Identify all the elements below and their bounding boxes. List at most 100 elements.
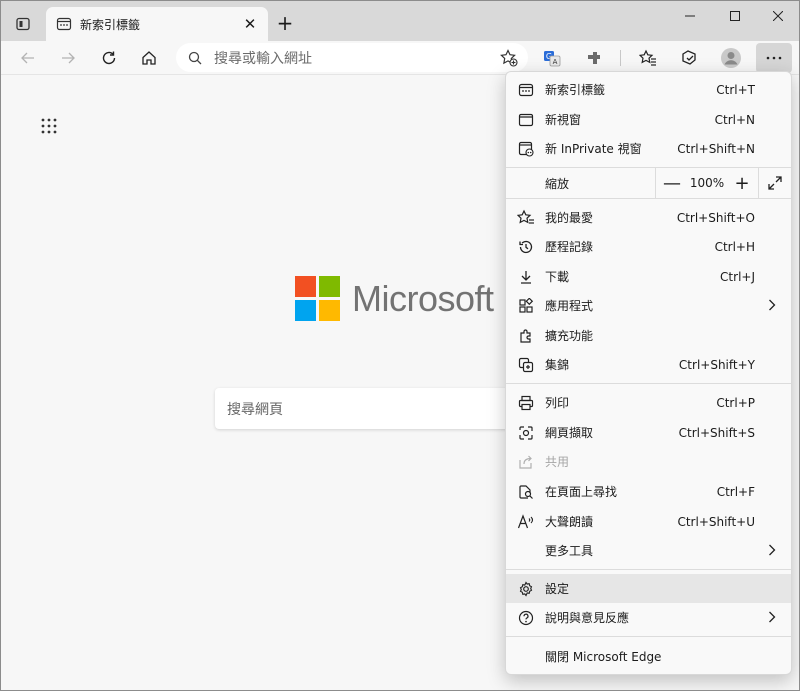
tab-title: 新索引標籤: [80, 17, 141, 32]
menu-item-read-aloud[interactable]: 大聲朗讀 Ctrl+Shift+U: [506, 507, 791, 536]
extension-button[interactable]: [579, 43, 609, 73]
app-launcher-icon: [41, 118, 57, 134]
menu-item-find-on-page[interactable]: 在頁面上尋找 Ctrl+F: [506, 477, 791, 506]
menu-item-label: 大聲朗讀: [545, 515, 594, 529]
collections-button[interactable]: [674, 43, 704, 73]
microsoft-logo-text: Microsoft: [352, 277, 494, 319]
favorites-star-icon: [639, 49, 656, 66]
maximize-icon: [730, 11, 740, 21]
menu-item-favorites[interactable]: 我的最愛 Ctrl+Shift+O: [506, 203, 791, 232]
zoom-label: 縮放: [545, 176, 570, 191]
zoom-level: 100%: [689, 176, 725, 190]
menu-divider: [506, 383, 791, 384]
menu-item-shortcut: Ctrl+P: [716, 395, 755, 410]
menu-item-settings[interactable]: 設定: [506, 574, 791, 603]
menu-item-close-edge[interactable]: 關閉 Microsoft Edge: [506, 642, 791, 671]
close-window-button[interactable]: [755, 3, 799, 29]
apps-icon: [516, 296, 536, 316]
menu-item-apps[interactable]: 應用程式: [506, 291, 791, 320]
menu-divider: [506, 569, 791, 570]
menu-item-label: 列印: [545, 396, 570, 410]
microsoft-logo-squares: [295, 276, 340, 321]
tab-actions-icon: [16, 17, 30, 31]
history-icon: [516, 237, 536, 257]
back-arrow-icon: [21, 52, 34, 64]
favorites-icon: [516, 208, 536, 228]
menu-item-history[interactable]: 歷程記錄 Ctrl+H: [506, 232, 791, 261]
new-tab-icon: [56, 16, 72, 32]
zoom-out-button[interactable]: —: [656, 168, 688, 198]
menu-item-extensions[interactable]: 擴充功能: [506, 321, 791, 350]
tab-actions-button[interactable]: [9, 12, 37, 36]
menu-item-label: 歷程記錄: [545, 240, 594, 254]
chevron-right-icon: [765, 543, 779, 557]
extensions-icon: [516, 326, 536, 346]
home-button[interactable]: [134, 43, 164, 73]
refresh-icon: [102, 51, 116, 65]
menu-item-collections[interactable]: 集錦 Ctrl+Shift+Y: [506, 350, 791, 379]
browser-window: 新索引標籤 ✕ + 搜尋或輸入網址 G A Microsoft 搜尋網頁 新索引…: [0, 0, 800, 691]
download-icon: [516, 267, 536, 287]
address-bar[interactable]: 搜尋或輸入網址: [176, 43, 528, 72]
menu-item-web-capture[interactable]: 網頁擷取 Ctrl+Shift+S: [506, 418, 791, 447]
menu-item-label: 新索引標籤: [545, 83, 606, 97]
menu-item-shortcut: Ctrl+Shift+Y: [678, 357, 755, 372]
app-launcher-button[interactable]: [39, 116, 59, 136]
menu-item-label: 集錦: [545, 358, 570, 372]
menu-item-help-and-feedback[interactable]: 說明與意見反應: [506, 603, 791, 632]
new-tab-button[interactable]: +: [273, 11, 297, 35]
settings-and-more-menu: 新索引標籤 Ctrl+T 新視窗 Ctrl+N 新 InPrivate 視窗 C…: [505, 71, 792, 675]
menu-item-shortcut: Ctrl+Shift+O: [676, 210, 755, 225]
fullscreen-button[interactable]: [759, 168, 791, 198]
help-icon: [516, 608, 536, 628]
menu-item-more-tools[interactable]: 更多工具: [506, 536, 791, 565]
refresh-button[interactable]: [94, 43, 124, 73]
menu-item-label: 更多工具: [545, 544, 594, 558]
menu-zoom-row: 縮放 — 100% +: [506, 168, 791, 198]
read-aloud-icon: [516, 512, 536, 532]
tab-new-tab[interactable]: 新索引標籤 ✕: [46, 7, 268, 41]
new-window-icon: [516, 110, 536, 130]
zoom-in-button[interactable]: +: [726, 168, 758, 198]
forward-arrow-icon: [62, 52, 75, 64]
svg-text:A: A: [553, 58, 558, 66]
translate-button[interactable]: GA: [537, 43, 567, 73]
menu-item-shortcut: Ctrl+Shift+S: [678, 425, 755, 440]
back-button[interactable]: [13, 43, 43, 73]
forward-button[interactable]: [53, 43, 83, 73]
collections-icon: [682, 50, 696, 65]
add-favorite-icon[interactable]: [500, 48, 518, 67]
close-icon: [773, 11, 783, 21]
find-icon: [516, 482, 536, 502]
settings-and-more-button[interactable]: [756, 43, 792, 73]
menu-divider: [506, 198, 791, 199]
favorites-button[interactable]: [633, 43, 663, 73]
menu-item-downloads[interactable]: 下載 Ctrl+J: [506, 262, 791, 291]
profile-button[interactable]: [716, 43, 746, 73]
home-icon: [142, 51, 156, 65]
menu-item-shortcut: Ctrl+F: [716, 484, 755, 499]
microsoft-logo: Microsoft: [295, 276, 494, 321]
menu-item-print[interactable]: 列印 Ctrl+P: [506, 388, 791, 417]
minimize-icon: [685, 15, 695, 17]
collections-icon: [516, 355, 536, 375]
menu-item-share: 共用: [506, 447, 791, 476]
toolbar: 搜尋或輸入網址 GA: [1, 41, 799, 75]
web-capture-icon: [516, 423, 536, 443]
menu-item-label: 擴充功能: [545, 329, 594, 343]
more-dots-icon: [766, 56, 782, 60]
close-tab-button[interactable]: ✕: [238, 12, 262, 36]
menu-item-label: 網頁擷取: [545, 426, 594, 440]
logo-square-green: [319, 276, 340, 297]
menu-item-new-window[interactable]: 新視窗 Ctrl+N: [506, 105, 791, 134]
chevron-right-icon: [765, 298, 779, 312]
translate-icon: GA: [544, 51, 561, 67]
menu-item-label: 關閉 Microsoft Edge: [545, 650, 662, 664]
menu-item-label: 設定: [545, 582, 570, 596]
maximize-button[interactable]: [712, 3, 758, 29]
menu-item-label: 在頁面上尋找: [545, 485, 618, 499]
menu-item-shortcut: Ctrl+N: [714, 112, 755, 127]
menu-item-new-tab[interactable]: 新索引標籤 Ctrl+T: [506, 75, 791, 104]
minimize-button[interactable]: [667, 3, 713, 29]
menu-item-new-inprivate-window[interactable]: 新 InPrivate 視窗 Ctrl+Shift+N: [506, 134, 791, 163]
